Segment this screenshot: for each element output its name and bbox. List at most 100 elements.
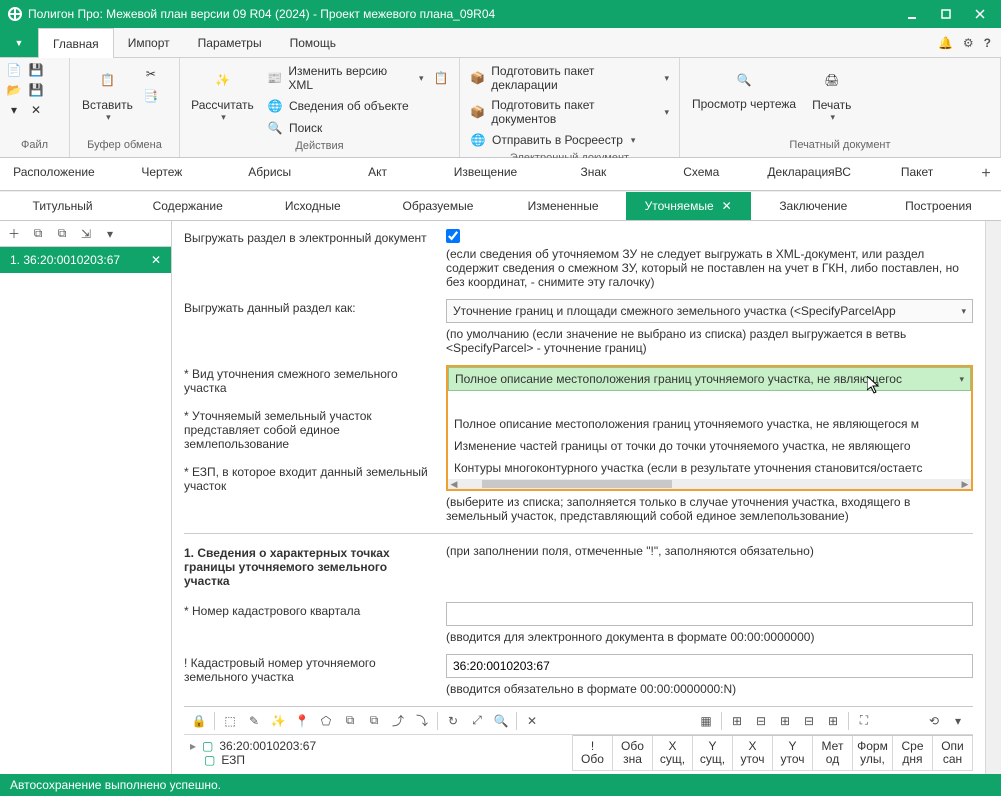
notifications-icon[interactable]: 🔔 bbox=[938, 36, 953, 50]
tb-g3[interactable]: ⊞ bbox=[776, 712, 794, 730]
dropdown-refine-type-selected[interactable]: Полное описание местоположения границ ут… bbox=[448, 367, 971, 391]
save-icon[interactable]: 💾 bbox=[28, 62, 44, 78]
grid-col[interactable]: Xсущ, bbox=[653, 736, 693, 771]
xml-extra-icon[interactable]: 📋 bbox=[434, 70, 449, 86]
grid-col[interactable]: !Обо bbox=[573, 736, 613, 771]
tab-location[interactable]: Расположение bbox=[0, 158, 108, 190]
tab-declvs[interactable]: ДекларацияВС bbox=[755, 158, 863, 190]
tb-i11[interactable]: ⤢ bbox=[468, 712, 486, 730]
send-rosreestr-button[interactable]: 🌐Отправить в Росреестр▾ bbox=[466, 130, 673, 150]
nav-more-icon[interactable]: ▾ bbox=[102, 226, 118, 242]
close-tab-icon[interactable]: ✕ bbox=[722, 199, 732, 213]
tb-g1[interactable]: ⊞ bbox=[728, 712, 746, 730]
object-info-button[interactable]: 🌐Сведения об объекте bbox=[263, 96, 453, 116]
tb-i6[interactable]: ⧉ bbox=[341, 712, 359, 730]
input-quarter[interactable] bbox=[446, 602, 973, 626]
tab-sign[interactable]: Знак bbox=[539, 158, 647, 190]
close-button[interactable] bbox=[967, 4, 993, 24]
file-menu-button[interactable]: ▼ bbox=[0, 28, 38, 57]
select-export-as[interactable]: Уточнение границ и площади смежного земе… bbox=[446, 299, 973, 323]
tab-builds[interactable]: Построения bbox=[876, 192, 1001, 220]
nav-export-icon[interactable]: ⇲ bbox=[78, 226, 94, 242]
tab-act[interactable]: Акт bbox=[324, 158, 432, 190]
menu-tab-import[interactable]: Импорт bbox=[114, 28, 184, 57]
calc-button[interactable]: ✨ Рассчитать▾ bbox=[186, 62, 259, 125]
search-button[interactable]: 🔍Поиск bbox=[263, 118, 453, 138]
tab-contents[interactable]: Содержание bbox=[125, 192, 250, 220]
tab-notice[interactable]: Извещение bbox=[432, 158, 540, 190]
tab-changed[interactable]: Измененные bbox=[501, 192, 626, 220]
menu-tab-main[interactable]: Главная bbox=[38, 28, 114, 58]
nav-item-close-icon[interactable]: ✕ bbox=[151, 253, 161, 267]
vertical-scrollbar[interactable] bbox=[985, 221, 1001, 774]
tab-drawing[interactable]: Чертеж bbox=[108, 158, 216, 190]
tab-package[interactable]: Пакет bbox=[863, 158, 971, 190]
tree-row-2[interactable]: ▢ЕЗП bbox=[190, 753, 566, 767]
tab-abris[interactable]: Абрисы bbox=[216, 158, 324, 190]
tb-i1[interactable]: ⬚ bbox=[221, 712, 239, 730]
grid-col[interactable]: Yсущ, bbox=[693, 736, 733, 771]
print-button[interactable]: 🖨 Печать▾ bbox=[806, 62, 857, 125]
dropdown-option-3[interactable]: Контуры многоконтурного участка (если в … bbox=[448, 457, 971, 479]
tb-grid-icon[interactable]: ▦ bbox=[697, 712, 715, 730]
dropdown-option-2[interactable]: Изменение частей границы от точки до точ… bbox=[448, 435, 971, 457]
tab-scheme[interactable]: Схема bbox=[647, 158, 755, 190]
tb-g5[interactable]: ⊞ bbox=[824, 712, 842, 730]
grid-col[interactable]: Метод bbox=[813, 736, 853, 771]
grid-col[interactable]: Yуточ bbox=[773, 736, 813, 771]
dropdown-option-1[interactable]: Полное описание местоположения границ ут… bbox=[448, 413, 971, 435]
input-cadnum[interactable] bbox=[446, 654, 973, 678]
tb-dd-icon[interactable]: ▾ bbox=[949, 712, 967, 730]
prepare-docs-button[interactable]: 📦Подготовить пакет документов▾ bbox=[466, 96, 673, 128]
tb-i8[interactable]: ⤴ bbox=[389, 712, 407, 730]
tb-i10[interactable]: ↻ bbox=[444, 712, 462, 730]
menu-tab-help[interactable]: Помощь bbox=[276, 28, 350, 57]
recent-icon[interactable]: ▾ bbox=[6, 102, 22, 118]
tb-i7[interactable]: ⧉ bbox=[365, 712, 383, 730]
tb-g4[interactable]: ⊟ bbox=[800, 712, 818, 730]
new-icon[interactable]: 📄 bbox=[6, 62, 22, 78]
tab-title[interactable]: Титульный bbox=[0, 192, 125, 220]
preview-drawing-button[interactable]: 🔍 Просмотр чертежа bbox=[686, 62, 802, 113]
help-icon[interactable]: ? bbox=[984, 36, 991, 50]
nav-dup-icon[interactable]: ⧉ bbox=[54, 226, 70, 242]
minimize-button[interactable] bbox=[899, 4, 925, 24]
tb-i12[interactable]: 🔍 bbox=[492, 712, 510, 730]
menu-tab-params[interactable]: Параметры bbox=[184, 28, 276, 57]
grid-col[interactable]: Формулы, bbox=[853, 736, 893, 771]
tab-refined[interactable]: Уточняемые✕ bbox=[626, 192, 751, 220]
tab-conclusion[interactable]: Заключение bbox=[751, 192, 876, 220]
dropdown-hscroll[interactable]: ◀▶ bbox=[448, 479, 971, 489]
tb-lock-icon[interactable]: 🔒 bbox=[190, 712, 208, 730]
open-icon[interactable]: 📂 bbox=[6, 82, 22, 98]
grid-col[interactable]: Средня bbox=[893, 736, 933, 771]
tb-i2[interactable]: ✎ bbox=[245, 712, 263, 730]
tab-source[interactable]: Исходные bbox=[250, 192, 375, 220]
tree-row-1[interactable]: ▸▢36:20:0010203:67 bbox=[190, 739, 566, 753]
tab-formed[interactable]: Образуемые bbox=[375, 192, 500, 220]
maximize-button[interactable] bbox=[933, 4, 959, 24]
tb-i5[interactable]: ⬠ bbox=[317, 712, 335, 730]
prepare-declaration-button[interactable]: 📦Подготовить пакет декларации▾ bbox=[466, 62, 673, 94]
tb-g2[interactable]: ⊟ bbox=[752, 712, 770, 730]
checkbox-export-section[interactable] bbox=[446, 229, 460, 243]
tb-fullscreen-icon[interactable]: ⛶ bbox=[855, 712, 873, 730]
saveas-icon[interactable]: 💾 bbox=[28, 82, 44, 98]
grid-col[interactable]: Описан bbox=[933, 736, 973, 771]
dropdown-option-blank[interactable] bbox=[448, 391, 971, 413]
paste-button[interactable]: 📋 Вставить▾ bbox=[76, 62, 139, 125]
copy-icon[interactable]: 📑 bbox=[143, 88, 159, 104]
settings-icon[interactable]: ⚙ bbox=[963, 36, 974, 50]
nav-item-parcel[interactable]: 1. 36:20:0010203:67 ✕ bbox=[0, 247, 171, 273]
nav-add-icon[interactable]: ＋ bbox=[6, 226, 22, 242]
tb-i4[interactable]: 📍 bbox=[293, 712, 311, 730]
tab-add[interactable]: + bbox=[971, 158, 1001, 190]
grid-col[interactable]: Xуточ bbox=[733, 736, 773, 771]
xml-version-button[interactable]: 📰Изменить версию XML▾📋 bbox=[263, 62, 453, 94]
tb-delete-icon[interactable]: ✕ bbox=[523, 712, 541, 730]
tb-i3[interactable]: ✨ bbox=[269, 712, 287, 730]
tb-reset-icon[interactable]: ⟲ bbox=[925, 712, 943, 730]
nav-copy-icon[interactable]: ⧉ bbox=[30, 226, 46, 242]
grid-col[interactable]: Обозна bbox=[613, 736, 653, 771]
cut-icon[interactable]: ✂ bbox=[143, 66, 159, 82]
